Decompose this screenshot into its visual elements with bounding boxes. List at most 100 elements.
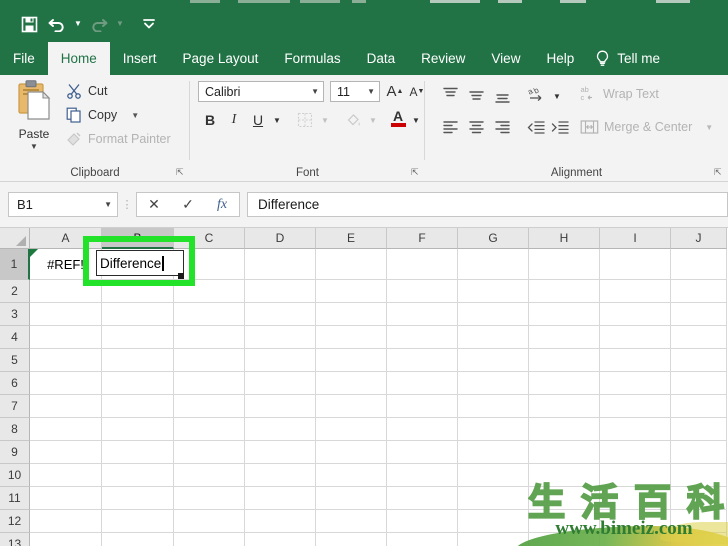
tab-home[interactable]: Home bbox=[47, 42, 110, 75]
cell-b10[interactable] bbox=[102, 464, 174, 487]
cell-i6[interactable] bbox=[600, 372, 671, 395]
cell-a9[interactable] bbox=[30, 441, 102, 464]
cell-f6[interactable] bbox=[387, 372, 458, 395]
tab-file[interactable]: File bbox=[0, 42, 48, 75]
cell-d2[interactable] bbox=[245, 280, 316, 303]
cell-f8[interactable] bbox=[387, 418, 458, 441]
name-box[interactable]: B1 ▼ bbox=[8, 192, 118, 217]
row-header-7[interactable]: 7 bbox=[0, 395, 30, 418]
row-header-2[interactable]: 2 bbox=[0, 280, 30, 303]
cell-h9[interactable] bbox=[529, 441, 600, 464]
cell-h5[interactable] bbox=[529, 349, 600, 372]
cell-c13[interactable] bbox=[174, 533, 245, 546]
name-box-caret[interactable]: ▼ bbox=[104, 200, 112, 209]
cell-c9[interactable] bbox=[174, 441, 245, 464]
cell-d8[interactable] bbox=[245, 418, 316, 441]
cell-g9[interactable] bbox=[458, 441, 529, 464]
cell-c1[interactable] bbox=[174, 249, 245, 280]
insert-function-icon[interactable]: fx bbox=[205, 193, 239, 216]
enter-icon[interactable]: ✓ bbox=[171, 193, 205, 216]
cell-b5[interactable] bbox=[102, 349, 174, 372]
align-center-button[interactable] bbox=[465, 117, 487, 137]
cell-editor-b1[interactable]: Difference bbox=[96, 250, 184, 276]
cell-e5[interactable] bbox=[316, 349, 387, 372]
cell-d4[interactable] bbox=[245, 326, 316, 349]
cell-h12[interactable] bbox=[529, 510, 600, 533]
cell-j1[interactable] bbox=[671, 249, 727, 280]
column-header-d[interactable]: D bbox=[245, 228, 316, 249]
row-header-8[interactable]: 8 bbox=[0, 418, 30, 441]
column-header-g[interactable]: G bbox=[458, 228, 529, 249]
column-header-b[interactable]: B bbox=[102, 228, 174, 249]
row-header-11[interactable]: 11 bbox=[0, 487, 30, 510]
cell-b4[interactable] bbox=[102, 326, 174, 349]
font-dialog-launcher[interactable]: ⇱ bbox=[411, 167, 422, 178]
align-right-button[interactable] bbox=[491, 117, 513, 137]
tab-page-layout[interactable]: Page Layout bbox=[170, 42, 272, 75]
row-header-6[interactable]: 6 bbox=[0, 372, 30, 395]
cell-e1[interactable] bbox=[316, 249, 387, 280]
font-name-input[interactable]: Calibri ▼ bbox=[198, 81, 324, 102]
cell-b8[interactable] bbox=[102, 418, 174, 441]
cell-f3[interactable] bbox=[387, 303, 458, 326]
cell-f7[interactable] bbox=[387, 395, 458, 418]
paste-button[interactable]: Paste ▼ bbox=[6, 79, 62, 157]
paste-dropdown-caret[interactable]: ▼ bbox=[30, 142, 38, 151]
cell-f11[interactable] bbox=[387, 487, 458, 510]
orientation-dropdown-caret[interactable]: ▼ bbox=[551, 85, 563, 107]
cell-g12[interactable] bbox=[458, 510, 529, 533]
cut-button[interactable]: Cut bbox=[66, 83, 107, 99]
cell-i8[interactable] bbox=[600, 418, 671, 441]
cell-i10[interactable] bbox=[600, 464, 671, 487]
formula-input[interactable]: Difference bbox=[247, 192, 728, 217]
align-left-button[interactable] bbox=[439, 117, 461, 137]
increase-indent-button[interactable] bbox=[549, 117, 571, 137]
tab-review[interactable]: Review bbox=[408, 42, 478, 75]
cell-e3[interactable] bbox=[316, 303, 387, 326]
cell-g5[interactable] bbox=[458, 349, 529, 372]
row-header-1[interactable]: 1 bbox=[0, 249, 30, 280]
cell-b3[interactable] bbox=[102, 303, 174, 326]
tab-view[interactable]: View bbox=[478, 42, 533, 75]
cell-h7[interactable] bbox=[529, 395, 600, 418]
increase-font-size-button[interactable]: A ▲ bbox=[384, 81, 406, 102]
cell-g7[interactable] bbox=[458, 395, 529, 418]
cell-f1[interactable] bbox=[387, 249, 458, 280]
column-header-e[interactable]: E bbox=[316, 228, 387, 249]
column-header-c[interactable]: C bbox=[174, 228, 245, 249]
cell-d11[interactable] bbox=[245, 487, 316, 510]
fill-handle[interactable] bbox=[178, 273, 184, 279]
cell-b13[interactable] bbox=[102, 533, 174, 546]
undo-dropdown-caret[interactable]: ▼ bbox=[72, 11, 84, 37]
cell-i1[interactable] bbox=[600, 249, 671, 280]
cell-f2[interactable] bbox=[387, 280, 458, 303]
cell-c11[interactable] bbox=[174, 487, 245, 510]
cell-i9[interactable] bbox=[600, 441, 671, 464]
row-header-3[interactable]: 3 bbox=[0, 303, 30, 326]
cell-h10[interactable] bbox=[529, 464, 600, 487]
cell-a2[interactable] bbox=[30, 280, 102, 303]
cell-a10[interactable] bbox=[30, 464, 102, 487]
cancel-icon[interactable]: ✕ bbox=[137, 193, 171, 216]
cell-a4[interactable] bbox=[30, 326, 102, 349]
tab-insert[interactable]: Insert bbox=[110, 42, 170, 75]
cell-j13[interactable] bbox=[671, 533, 727, 546]
cell-d10[interactable] bbox=[245, 464, 316, 487]
cell-g3[interactable] bbox=[458, 303, 529, 326]
cell-c4[interactable] bbox=[174, 326, 245, 349]
cell-b11[interactable] bbox=[102, 487, 174, 510]
cell-b9[interactable] bbox=[102, 441, 174, 464]
bold-button[interactable]: B bbox=[200, 109, 220, 131]
row-header-10[interactable]: 10 bbox=[0, 464, 30, 487]
cell-j11[interactable] bbox=[671, 487, 727, 510]
cell-d13[interactable] bbox=[245, 533, 316, 546]
cell-f10[interactable] bbox=[387, 464, 458, 487]
font-name-caret[interactable]: ▼ bbox=[311, 87, 319, 96]
cell-a1[interactable]: #REF! bbox=[30, 249, 102, 280]
cell-j5[interactable] bbox=[671, 349, 727, 372]
align-top-button[interactable] bbox=[439, 83, 461, 103]
cell-b2[interactable] bbox=[102, 280, 174, 303]
cell-c2[interactable] bbox=[174, 280, 245, 303]
tab-data[interactable]: Data bbox=[354, 42, 409, 75]
cell-c3[interactable] bbox=[174, 303, 245, 326]
